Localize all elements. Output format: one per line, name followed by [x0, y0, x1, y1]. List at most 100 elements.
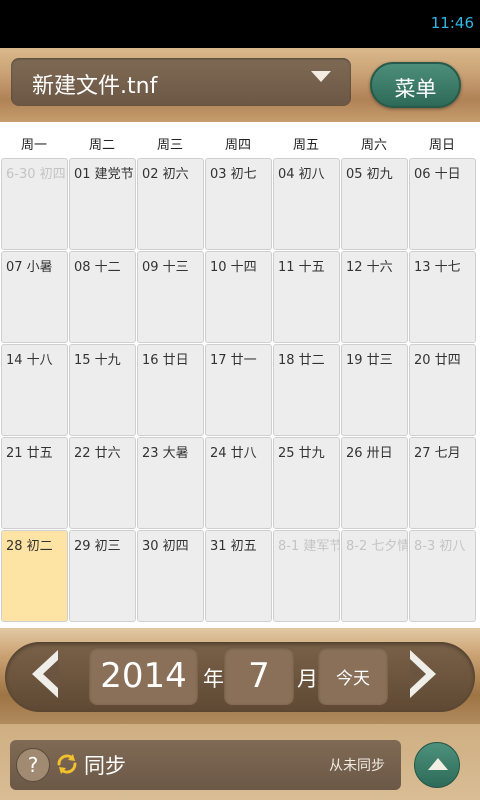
- calendar-day[interactable]: 21 廿五: [1, 437, 68, 529]
- weekday-label: 周日: [428, 138, 455, 153]
- calendar-day-label: 6-30 初四: [6, 167, 66, 182]
- calendar-day[interactable]: 8-2 七夕情: [341, 530, 408, 622]
- today-button[interactable]: 今天: [318, 647, 388, 705]
- file-name: 新建文件.tnf: [32, 74, 158, 99]
- calendar-day-label: 30 初四: [142, 539, 189, 554]
- year-value: 2014: [100, 656, 187, 696]
- calendar-day[interactable]: 6-30 初四: [1, 158, 68, 250]
- today-button-label: 今天: [336, 669, 370, 689]
- calendar-day-label: 09 十三: [142, 260, 189, 275]
- calendar-day[interactable]: 17 廿一: [205, 344, 272, 436]
- month-value: 7: [248, 656, 270, 696]
- calendar-day[interactable]: 25 廿九: [273, 437, 340, 529]
- calendar: 周一 周二 周三 周四 周五 周六 周日 6-30 初四 01 建党节 02 初六 0…: [0, 122, 480, 628]
- help-button[interactable]: ?: [16, 748, 50, 782]
- calendar-day-label: 13 十七: [414, 260, 461, 275]
- calendar-day-label: 11 十五: [278, 260, 325, 275]
- calendar-day[interactable]: 30 初四: [137, 530, 204, 622]
- calendar-day[interactable]: 14 十八: [1, 344, 68, 436]
- calendar-day-label: 27 七月: [414, 446, 461, 461]
- calendar-day-label: 22 廿六: [74, 446, 121, 461]
- date-nav-bar: 2014 年 7 月 今天: [0, 628, 480, 724]
- calendar-day[interactable]: 06 十日: [409, 158, 476, 250]
- calendar-day[interactable]: 27 七月: [409, 437, 476, 529]
- calendar-day[interactable]: 10 十四: [205, 251, 272, 343]
- calendar-day-label: 20 廿四: [414, 353, 461, 368]
- calendar-day[interactable]: 04 初八: [273, 158, 340, 250]
- calendar-day[interactable]: 11 十五: [273, 251, 340, 343]
- calendar-day-label: 26 卅日: [346, 446, 393, 461]
- calendar-day[interactable]: 8-1 建军节: [273, 530, 340, 622]
- weekday-label: 周六: [360, 138, 387, 153]
- calendar-day-label: 24 廿八: [210, 446, 257, 461]
- weekday-label: 周二: [88, 138, 115, 153]
- calendar-day-label: 04 初八: [278, 167, 325, 182]
- calendar-day[interactable]: 15 十九: [69, 344, 136, 436]
- calendar-day-label: 10 十四: [210, 260, 257, 275]
- calendar-day[interactable]: 31 初五: [205, 530, 272, 622]
- calendar-day-label: 05 初九: [346, 167, 393, 182]
- calendar-day-label: 07 小暑: [6, 260, 53, 275]
- sync-icon[interactable]: [55, 752, 79, 776]
- calendar-day[interactable]: 01 建党节: [69, 158, 136, 250]
- calendar-day[interactable]: 07 小暑: [1, 251, 68, 343]
- chevron-down-icon: [311, 71, 331, 82]
- calendar-day[interactable]: 26 卅日: [341, 437, 408, 529]
- status-time: 11:46: [430, 14, 474, 32]
- month-field[interactable]: 7: [224, 647, 294, 705]
- weekday-label: 周五: [292, 138, 319, 153]
- calendar-day-label: 25 廿九: [278, 446, 325, 461]
- menu-button[interactable]: 菜单: [370, 62, 461, 108]
- year-field[interactable]: 2014: [89, 647, 198, 705]
- calendar-day[interactable]: 18 廿二: [273, 344, 340, 436]
- calendar-day-label: 8-2 七夕情: [346, 539, 408, 554]
- weekday-label: 周一: [20, 138, 47, 153]
- file-select[interactable]: 新建文件.tnf: [11, 58, 351, 106]
- calendar-day-today[interactable]: 28 初二: [1, 530, 68, 622]
- header: 新建文件.tnf 菜单: [0, 48, 480, 122]
- year-unit: 年: [203, 667, 224, 691]
- calendar-day[interactable]: 02 初六: [137, 158, 204, 250]
- calendar-day[interactable]: 09 十三: [137, 251, 204, 343]
- calendar-day-label: 21 廿五: [6, 446, 53, 461]
- calendar-day[interactable]: 20 廿四: [409, 344, 476, 436]
- calendar-day-label: 18 廿二: [278, 353, 325, 368]
- menu-button-label: 菜单: [394, 77, 437, 101]
- calendar-day-label: 19 廿三: [346, 353, 393, 368]
- calendar-day[interactable]: 08 十二: [69, 251, 136, 343]
- calendar-day-label: 31 初五: [210, 539, 257, 554]
- calendar-day-label: 08 十二: [74, 260, 121, 275]
- calendar-day[interactable]: 13 十七: [409, 251, 476, 343]
- calendar-day-label: 16 廿日: [142, 353, 189, 368]
- calendar-day[interactable]: 8-3 初八: [409, 530, 476, 622]
- calendar-day-label: 02 初六: [142, 167, 189, 182]
- calendar-day[interactable]: 22 廿六: [69, 437, 136, 529]
- calendar-day[interactable]: 24 廿八: [205, 437, 272, 529]
- next-month-inner: [410, 659, 426, 689]
- calendar-day-label: 8-3 初八: [414, 539, 466, 554]
- calendar-day-label: 01 建党节: [74, 167, 134, 182]
- calendar-day[interactable]: 29 初三: [69, 530, 136, 622]
- weekday-label: 周三: [156, 138, 183, 153]
- help-icon: ?: [27, 753, 39, 777]
- bottom-bar: ? 同步 从未同步: [0, 724, 480, 800]
- calendar-day-label: 29 初三: [74, 539, 121, 554]
- chevron-up-icon: [428, 758, 448, 770]
- calendar-day[interactable]: 05 初九: [341, 158, 408, 250]
- scroll-up-button[interactable]: [414, 742, 460, 788]
- calendar-day[interactable]: 12 十六: [341, 251, 408, 343]
- calendar-day-label: 17 廿一: [210, 353, 257, 368]
- calendar-day-label: 23 大暑: [142, 446, 189, 461]
- calendar-day-label: 14 十八: [6, 353, 53, 368]
- calendar-day[interactable]: 19 廿三: [341, 344, 408, 436]
- sync-button[interactable]: 同步: [84, 750, 126, 780]
- calendar-day[interactable]: 03 初七: [205, 158, 272, 250]
- calendar-day[interactable]: 23 大暑: [137, 437, 204, 529]
- prev-month-inner: [43, 659, 59, 689]
- weekday-label: 周四: [224, 138, 251, 153]
- sync-panel: ? 同步 从未同步: [10, 740, 401, 790]
- calendar-day-label: 12 十六: [346, 260, 393, 275]
- weekday-header: 周一 周二 周三 周四 周五 周六 周日: [0, 122, 480, 158]
- calendar-day[interactable]: 16 廿日: [137, 344, 204, 436]
- calendar-day-label: 03 初七: [210, 167, 257, 182]
